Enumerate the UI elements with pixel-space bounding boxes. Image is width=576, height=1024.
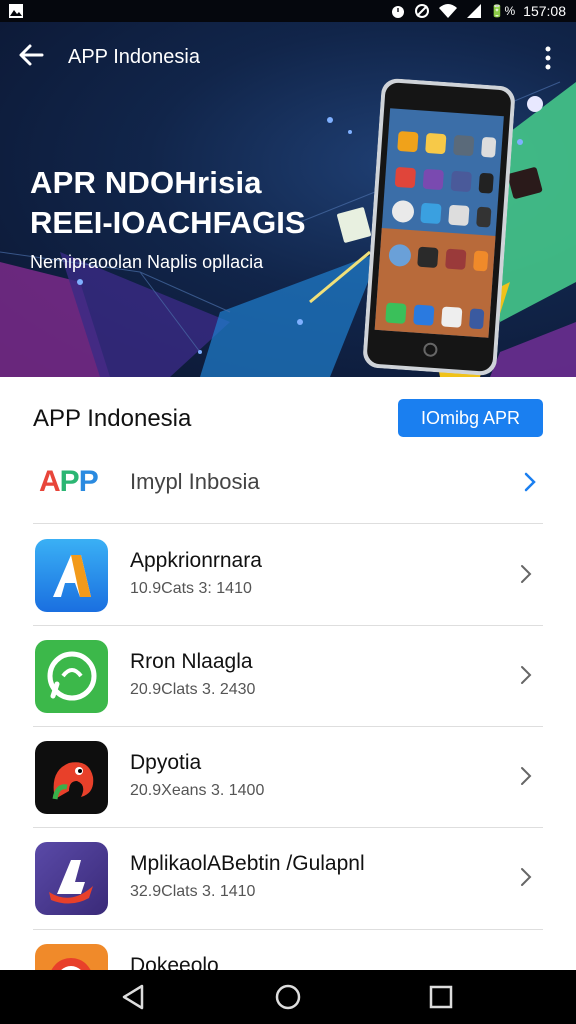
app-bar: APP Indonesia <box>0 22 576 94</box>
status-time: 157:08 <box>523 3 566 19</box>
more-vert-icon <box>545 46 551 70</box>
list-item-name: MplikaolABebtin /Gulapnl <box>130 852 365 875</box>
back-button[interactable] <box>16 40 56 76</box>
a-logo-icon <box>35 539 108 612</box>
app-logo: APP <box>39 465 99 498</box>
orange-circle-icon <box>35 944 108 970</box>
square-recents-icon <box>429 985 453 1009</box>
list-item[interactable]: MplikaolABebtin /Gulapnl 32.9Clats 3. 14… <box>33 828 543 928</box>
content-card: APP Indonesia IOmibg APR APP Imypl Inbos… <box>0 377 576 970</box>
arrow-left-icon <box>19 44 44 66</box>
nav-back-button[interactable] <box>118 982 148 1012</box>
list-item-name: Dpyotia <box>130 751 202 774</box>
chevron-right-icon <box>521 565 532 583</box>
divider <box>33 523 543 524</box>
list-item-name: Dokeeolo <box>130 954 219 970</box>
hero-headline-2: REEI-IOACHFAGIS <box>30 205 306 240</box>
more-options-button[interactable] <box>538 42 558 74</box>
triangle-back-icon <box>122 984 144 1010</box>
chat-bubble-icon <box>35 640 108 713</box>
dnd-icon <box>414 4 429 18</box>
alarm-icon <box>391 6 404 18</box>
list-item[interactable]: Rron Nlaagla 20.9Clats 3. 2430 <box>33 626 543 726</box>
list-item-meta: 20.9Xeans 3. 1400 <box>130 782 265 799</box>
chevron-right-icon <box>521 666 532 684</box>
chevron-right-icon <box>521 767 532 785</box>
a-shield-icon <box>35 842 108 915</box>
chevron-right-icon <box>521 868 532 886</box>
list-item[interactable]: Appkrionrnara 10.9Cats 3: 1410 <box>33 525 543 625</box>
list-item-name: Appkrionrnara <box>130 549 262 572</box>
list-item[interactable]: Dokeeolo <box>33 930 543 970</box>
list-item-meta: 32.9Clats 3. 1410 <box>130 883 256 900</box>
battery-text: 🔋% <box>489 4 516 18</box>
section-title: APP Indonesia <box>33 405 192 432</box>
phone-mockup <box>362 78 516 377</box>
list-item[interactable]: Dpyotia 20.9Xeans 3. 1400 <box>33 727 543 827</box>
list-item-name: Rron Nlaagla <box>130 650 253 673</box>
circle-home-icon <box>275 984 301 1010</box>
nav-home-button[interactable] <box>273 982 303 1012</box>
signal-icon <box>466 4 481 18</box>
hero-headline-1: APR NDOHrisia <box>30 165 262 200</box>
red-creature-icon <box>35 741 108 814</box>
status-bar: 🔋% 157:08 <box>0 0 576 22</box>
hero-subtitle: Nemipraoolan Naplis opllacia <box>30 252 264 272</box>
wifi-icon <box>438 4 457 18</box>
chevron-right-icon <box>524 472 536 492</box>
featured-row[interactable]: APP Imypl Inbosia <box>33 457 543 523</box>
nav-recents-button[interactable] <box>426 982 456 1012</box>
image-notification-icon <box>9 4 23 18</box>
app-bar-title: APP Indonesia <box>68 46 200 68</box>
featured-label: Imypl Inbosia <box>130 469 260 494</box>
cta-button[interactable]: IOmibg APR <box>398 399 543 437</box>
list-item-meta: 10.9Cats 3: 1410 <box>130 580 252 597</box>
system-nav-bar <box>0 970 576 1024</box>
list-item-meta: 20.9Clats 3. 2430 <box>130 681 256 698</box>
